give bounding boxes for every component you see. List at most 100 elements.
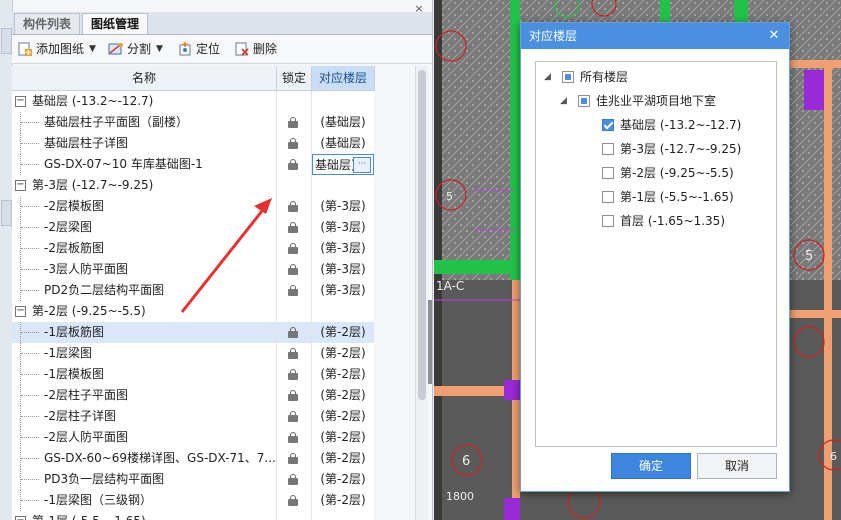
cell-floor[interactable]: [312, 175, 374, 196]
vertical-scrollbar[interactable]: [415, 66, 428, 520]
checkbox[interactable]: [602, 167, 614, 179]
table-row[interactable]: -1层模板图 (第-2层): [12, 364, 374, 386]
ok-button[interactable]: 确定: [611, 453, 691, 479]
table-row[interactable]: GS-DX-07~10 车库基础图-1 基础层) ···: [12, 154, 374, 176]
cell-floor[interactable]: [312, 511, 374, 520]
lock-icon[interactable]: [288, 411, 298, 422]
split-button[interactable]: 分割 ▼: [108, 39, 163, 59]
delete-button[interactable]: 删除: [234, 39, 277, 59]
cell-floor[interactable]: [312, 91, 374, 112]
table-row[interactable]: -2层模板图 (第-3层): [12, 196, 374, 218]
tab-component-list[interactable]: 构件列表: [14, 13, 81, 34]
cell-floor[interactable]: (第-2层): [312, 469, 374, 490]
cell-floor[interactable]: [312, 301, 374, 322]
table-row[interactable]: -1层板筋图 (第-2层): [12, 322, 374, 344]
lock-icon[interactable]: [288, 327, 298, 338]
lock-icon[interactable]: [288, 138, 298, 149]
checkbox[interactable]: [602, 143, 614, 155]
cell-floor[interactable]: (基础层): [312, 112, 374, 133]
table-row[interactable]: -1层梁图 (第-2层): [12, 343, 374, 365]
group-row[interactable]: − 第-2层 (-9.25~-5.5): [12, 301, 374, 323]
expand-triangle-icon[interactable]: ◢: [560, 90, 567, 112]
cell-floor[interactable]: (第-2层): [312, 364, 374, 385]
tree-item[interactable]: ◢ 佳兆业平湖项目地下室: [536, 90, 772, 112]
cell-floor[interactable]: (第-3层): [312, 238, 374, 259]
lock-icon[interactable]: [288, 432, 298, 443]
add-drawing-button[interactable]: 添加图纸 ▼: [17, 39, 96, 59]
collapse-icon[interactable]: −: [15, 180, 26, 191]
table-row[interactable]: PD3负一层结构平面图 (第-2层): [12, 469, 374, 491]
group-row[interactable]: − 基础层 (-13.2~-12.7): [12, 91, 374, 113]
scrollbar-thumb[interactable]: [418, 70, 426, 400]
lock-icon[interactable]: [288, 285, 298, 296]
column-header-name[interactable]: 名称: [12, 66, 277, 91]
table-row[interactable]: -1层梁图（三级钢） (第-2层): [12, 490, 374, 512]
panel-close-button[interactable]: ×: [412, 2, 426, 16]
lock-icon[interactable]: [288, 243, 298, 254]
checkbox[interactable]: [578, 95, 590, 107]
lock-icon[interactable]: [288, 369, 298, 380]
table-row[interactable]: GS-DX-60~69楼梯详图、GS-DX-71、7... (第-2层): [12, 448, 374, 470]
lock-icon[interactable]: [288, 159, 298, 170]
lock-icon[interactable]: [288, 201, 298, 212]
table-row[interactable]: -3层人防平面图 (第-3层): [12, 259, 374, 281]
lock-icon[interactable]: [288, 453, 298, 464]
close-icon[interactable]: ✕: [767, 23, 781, 49]
tree-item[interactable]: 首层 (-1.65~1.35): [536, 210, 772, 232]
tree-item[interactable]: ◢ 所有楼层: [536, 66, 772, 88]
group-row[interactable]: − 第-1层 (-5.5~-1.65): [12, 511, 374, 520]
more-options-button[interactable]: ···: [353, 157, 371, 173]
lock-icon[interactable]: [288, 117, 298, 128]
lock-icon[interactable]: [288, 495, 298, 506]
panel-splitter[interactable]: [428, 300, 432, 384]
cell-floor[interactable]: (第-2层): [312, 448, 374, 469]
cell-floor[interactable]: (第-3层): [312, 259, 374, 280]
checkbox[interactable]: [602, 119, 614, 131]
cell-floor[interactable]: (第-3层): [312, 280, 374, 301]
table-row[interactable]: -2层柱子平面图 (第-2层): [12, 385, 374, 407]
table-row[interactable]: -2层梁图 (第-3层): [12, 217, 374, 239]
gutter-button[interactable]: [1, 28, 12, 54]
tree-item[interactable]: 基础层 (-13.2~-12.7): [536, 114, 772, 136]
tree-item[interactable]: 第-2层 (-9.25~-5.5): [536, 162, 772, 184]
chevron-down-icon[interactable]: ▼: [89, 39, 96, 59]
tree-item[interactable]: 第-3层 (-12.7~-9.25): [536, 138, 772, 160]
cell-floor[interactable]: (第-2层): [312, 343, 374, 364]
lock-icon[interactable]: [288, 222, 298, 233]
checkbox[interactable]: [562, 71, 574, 83]
cell-floor[interactable]: (基础层): [312, 133, 374, 154]
lock-icon[interactable]: [288, 390, 298, 401]
expand-triangle-icon[interactable]: ◢: [544, 66, 551, 88]
cancel-button[interactable]: 取消: [697, 453, 777, 479]
collapse-icon[interactable]: −: [15, 516, 26, 520]
table-row[interactable]: -2层柱子详图 (第-2层): [12, 406, 374, 428]
cell-floor[interactable]: (第-2层): [312, 385, 374, 406]
collapse-icon[interactable]: −: [15, 96, 26, 107]
group-row[interactable]: − 第-3层 (-12.7~-9.25): [12, 175, 374, 197]
collapse-icon[interactable]: −: [15, 306, 26, 317]
table-row[interactable]: -2层人防平面图 (第-2层): [12, 427, 374, 449]
checkbox[interactable]: [602, 215, 614, 227]
gutter-button[interactable]: [1, 200, 12, 226]
table-row[interactable]: 基础层柱子平面图（副楼） (基础层): [12, 112, 374, 134]
cell-floor[interactable]: (第-2层): [312, 427, 374, 448]
cell-floor[interactable]: (第-2层): [312, 322, 374, 343]
cell-floor[interactable]: (第-3层): [312, 196, 374, 217]
tab-drawing-management[interactable]: 图纸管理: [82, 13, 149, 34]
column-header-lock[interactable]: 锁定: [277, 66, 312, 91]
table-row[interactable]: PD2负二层结构平面图 (第-3层): [12, 280, 374, 302]
tree-item[interactable]: 第-1层 (-5.5~-1.65): [536, 186, 772, 208]
lock-icon[interactable]: [288, 474, 298, 485]
lock-icon[interactable]: [288, 348, 298, 359]
locate-button[interactable]: 定位: [177, 39, 220, 59]
table-row[interactable]: 基础层柱子详图 (基础层): [12, 133, 374, 155]
checkbox[interactable]: [602, 191, 614, 203]
cell-floor[interactable]: (第-2层): [312, 490, 374, 511]
table-row[interactable]: -2层板筋图 (第-3层): [12, 238, 374, 260]
chevron-down-icon[interactable]: ▼: [156, 39, 163, 59]
lock-icon[interactable]: [288, 264, 298, 275]
column-header-floor[interactable]: 对应楼层: [312, 66, 375, 91]
floor-edit-field[interactable]: 基础层) ···: [312, 154, 374, 175]
cell-floor[interactable]: (第-2层): [312, 406, 374, 427]
cell-floor[interactable]: (第-3层): [312, 217, 374, 238]
